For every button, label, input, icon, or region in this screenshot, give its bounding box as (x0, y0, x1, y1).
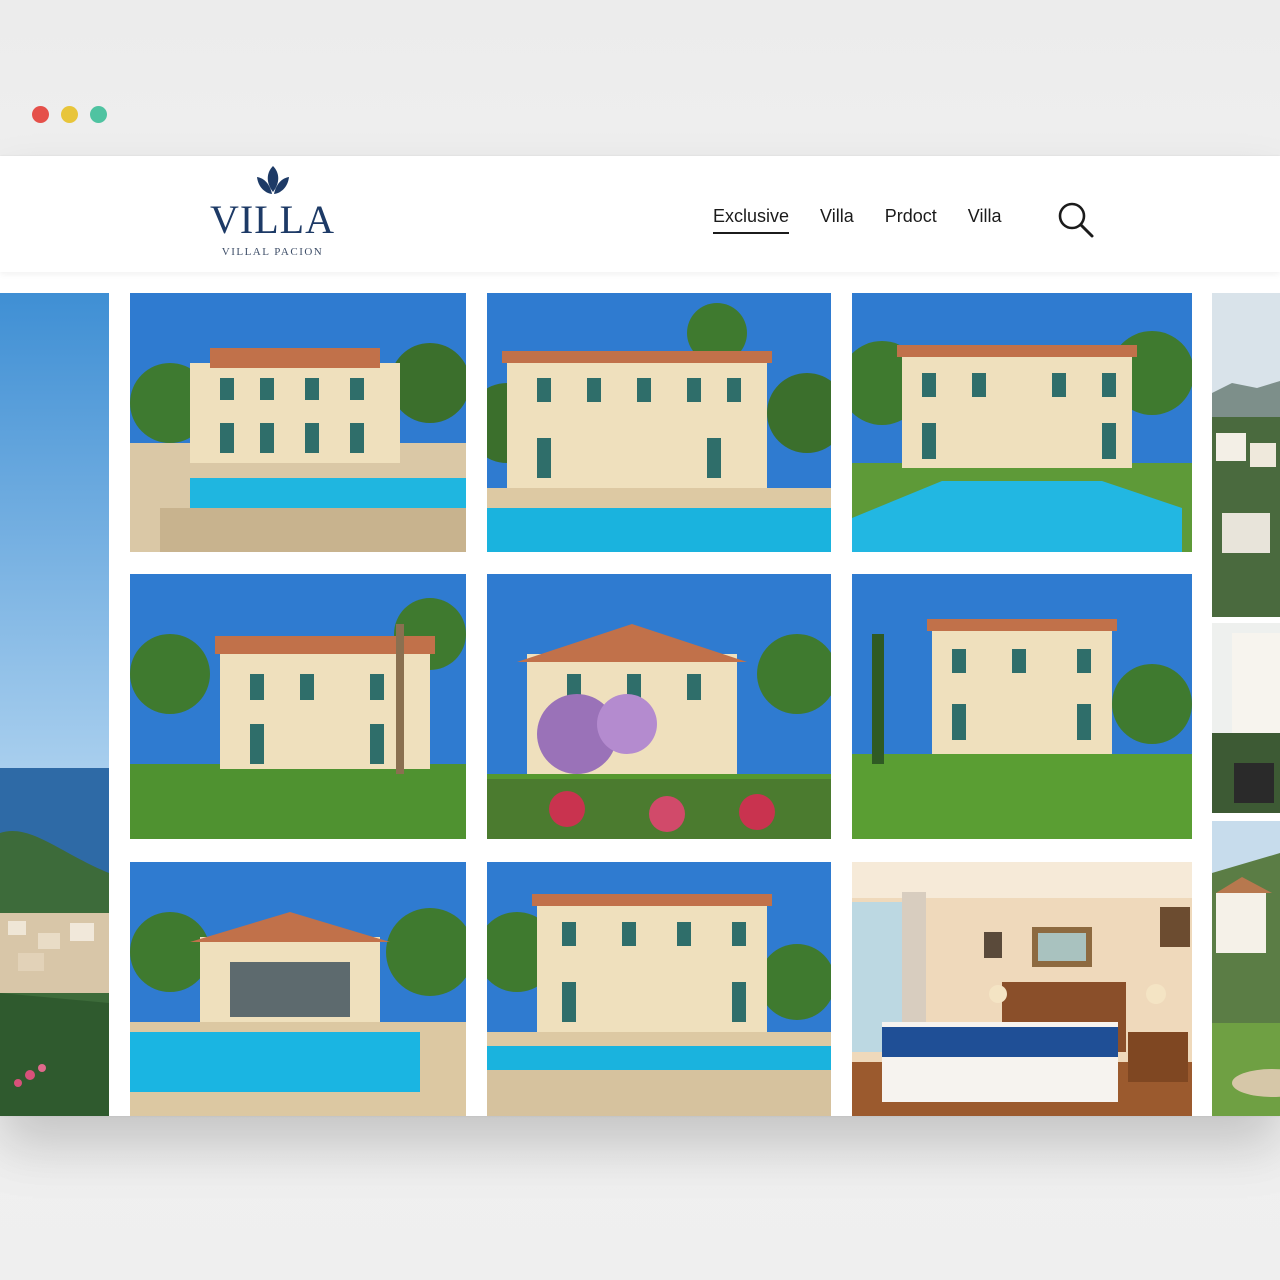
villa-garden-photo-3[interactable] (852, 574, 1192, 839)
site-header: VILLA VILLAL PACION Exclusive Villa Prdo… (0, 156, 1280, 272)
villa-gallery (0, 293, 1280, 1116)
bedroom-photo[interactable] (852, 862, 1192, 1116)
nav-item-exclusive[interactable]: Exclusive (713, 206, 790, 234)
minimize-window-dot[interactable] (61, 106, 78, 123)
maximize-window-dot[interactable] (90, 106, 107, 123)
window-controls (32, 106, 107, 123)
nav-item-villa[interactable]: Villa (820, 206, 854, 232)
search-button[interactable] (1056, 200, 1096, 240)
nav-item-prdoct[interactable]: Prdoct (885, 206, 937, 232)
villa-garden-photo-2[interactable] (487, 574, 831, 839)
coastal-view-photo[interactable] (0, 293, 109, 1116)
nav-item-villa-2[interactable]: Villa (968, 206, 1002, 232)
villa-pool-photo-3[interactable] (852, 293, 1192, 552)
villa-garden-photo-1[interactable] (130, 574, 466, 839)
main-nav: Exclusive Villa Prdoct Villa (713, 206, 1001, 234)
search-icon (1058, 202, 1094, 238)
brand-tagline: VILLAL PACION (221, 246, 324, 258)
leaf-logo-icon (256, 166, 289, 194)
brand-logo[interactable]: VILLA VILLAL PACION (200, 164, 345, 258)
villa-pool-photo-4[interactable] (130, 862, 466, 1116)
browser-page: VILLA VILLAL PACION Exclusive Villa Prdo… (0, 156, 1280, 1116)
close-window-dot[interactable] (32, 106, 49, 123)
villa-pool-photo-1[interactable] (130, 293, 466, 552)
hillside-town-photo[interactable] (1212, 293, 1280, 1116)
villa-pool-photo-2[interactable] (487, 293, 831, 552)
villa-pool-photo-5[interactable] (487, 862, 831, 1116)
brand-name: VILLA (210, 197, 335, 242)
